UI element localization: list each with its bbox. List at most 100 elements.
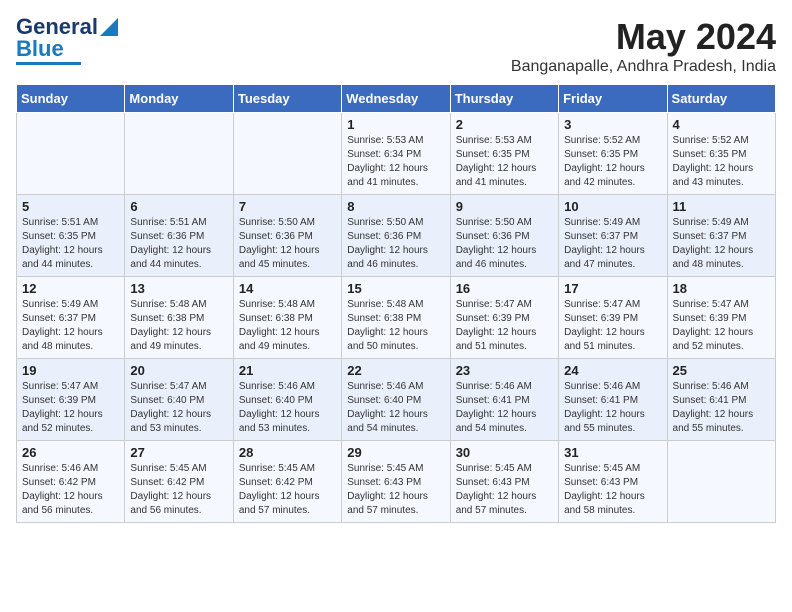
day-info: Sunrise: 5:48 AM Sunset: 6:38 PM Dayligh… [347, 298, 444, 354]
day-info: Sunrise: 5:48 AM Sunset: 6:38 PM Dayligh… [239, 298, 336, 354]
calendar-cell: 26Sunrise: 5:46 AM Sunset: 6:42 PM Dayli… [17, 441, 125, 523]
day-number: 23 [456, 363, 553, 378]
page-header: General Blue May 2024 Banganapalle, Andh… [16, 16, 776, 76]
day-number: 22 [347, 363, 444, 378]
day-info: Sunrise: 5:46 AM Sunset: 6:41 PM Dayligh… [564, 380, 661, 436]
calendar-cell: 5Sunrise: 5:51 AM Sunset: 6:35 PM Daylig… [17, 195, 125, 277]
col-sunday: Sunday [17, 85, 125, 113]
day-number: 24 [564, 363, 661, 378]
calendar-cell: 16 Sunrise: 5:47 AM Sunset: 6:39 PM Dayli… [450, 277, 558, 359]
day-number: 21 [239, 363, 336, 378]
logo-blue: Blue [16, 38, 64, 60]
calendar-cell: 24 Sunrise: 5:46 AM Sunset: 6:41 PM Dayli… [559, 359, 667, 441]
calendar-cell [17, 113, 125, 195]
day-number: 20 [130, 363, 227, 378]
day-number: 12 [22, 281, 119, 296]
day-info: Sunrise: 5:47 AM Sunset: 6:39 PM Dayligh… [564, 298, 661, 354]
day-info: Sunrise: 5:49 AM Sunset: 6:37 PM Dayligh… [673, 216, 770, 272]
calendar-cell: 25 Sunrise: 5:46 AM Sunset: 6:41 PM Dayli… [667, 359, 775, 441]
calendar-cell: 31 Sunrise: 5:45 AM Sunset: 6:43 PM Dayli… [559, 441, 667, 523]
calendar-cell: 8Sunrise: 5:50 AM Sunset: 6:36 PM Daylig… [342, 195, 450, 277]
calendar-cell: 9Sunrise: 5:50 AM Sunset: 6:36 PM Daylig… [450, 195, 558, 277]
day-number: 1 [347, 117, 444, 132]
calendar-cell: 28 Sunrise: 5:45 AM Sunset: 6:42 PM Dayli… [233, 441, 341, 523]
col-monday: Monday [125, 85, 233, 113]
day-number: 8 [347, 199, 444, 214]
calendar-cell: 20 Sunrise: 5:47 AM Sunset: 6:40 PM Dayli… [125, 359, 233, 441]
calendar-table: Sunday Monday Tuesday Wednesday Thursday… [16, 84, 776, 523]
day-number: 18 [673, 281, 770, 296]
calendar-cell [125, 113, 233, 195]
col-friday: Friday [559, 85, 667, 113]
day-info: Sunrise: 5:52 AM Sunset: 6:35 PM Dayligh… [564, 134, 661, 190]
day-number: 7 [239, 199, 336, 214]
day-info: Sunrise: 5:46 AM Sunset: 6:40 PM Dayligh… [239, 380, 336, 436]
day-info: Sunrise: 5:48 AM Sunset: 6:38 PM Dayligh… [130, 298, 227, 354]
day-info: Sunrise: 5:49 AM Sunset: 6:37 PM Dayligh… [22, 298, 119, 354]
calendar-cell: 10 Sunrise: 5:49 AM Sunset: 6:37 PM Dayli… [559, 195, 667, 277]
day-number: 16 [456, 281, 553, 296]
day-number: 2 [456, 117, 553, 132]
logo: General Blue [16, 16, 118, 65]
day-number: 30 [456, 445, 553, 460]
day-info: Sunrise: 5:49 AM Sunset: 6:37 PM Dayligh… [564, 216, 661, 272]
calendar-cell: 14 Sunrise: 5:48 AM Sunset: 6:38 PM Dayli… [233, 277, 341, 359]
day-number: 27 [130, 445, 227, 460]
day-info: Sunrise: 5:47 AM Sunset: 6:39 PM Dayligh… [22, 380, 119, 436]
day-number: 10 [564, 199, 661, 214]
day-info: Sunrise: 5:45 AM Sunset: 6:42 PM Dayligh… [130, 462, 227, 518]
logo-underline [16, 62, 81, 65]
day-number: 25 [673, 363, 770, 378]
col-thursday: Thursday [450, 85, 558, 113]
day-info: Sunrise: 5:45 AM Sunset: 6:43 PM Dayligh… [347, 462, 444, 518]
calendar-week-3: 12 Sunrise: 5:49 AM Sunset: 6:37 PM Dayli… [17, 277, 776, 359]
day-info: Sunrise: 5:46 AM Sunset: 6:41 PM Dayligh… [673, 380, 770, 436]
day-info: Sunrise: 5:45 AM Sunset: 6:42 PM Dayligh… [239, 462, 336, 518]
col-saturday: Saturday [667, 85, 775, 113]
day-info: Sunrise: 5:50 AM Sunset: 6:36 PM Dayligh… [456, 216, 553, 272]
day-info: Sunrise: 5:45 AM Sunset: 6:43 PM Dayligh… [456, 462, 553, 518]
calendar-week-1: 1Sunrise: 5:53 AM Sunset: 6:34 PM Daylig… [17, 113, 776, 195]
col-tuesday: Tuesday [233, 85, 341, 113]
calendar-week-4: 19 Sunrise: 5:47 AM Sunset: 6:39 PM Dayli… [17, 359, 776, 441]
calendar-cell: 15Sunrise: 5:48 AM Sunset: 6:38 PM Dayli… [342, 277, 450, 359]
calendar-cell: 19 Sunrise: 5:47 AM Sunset: 6:39 PM Dayli… [17, 359, 125, 441]
col-wednesday: Wednesday [342, 85, 450, 113]
day-info: Sunrise: 5:46 AM Sunset: 6:40 PM Dayligh… [347, 380, 444, 436]
calendar-cell: 7Sunrise: 5:50 AM Sunset: 6:36 PM Daylig… [233, 195, 341, 277]
calendar-cell: 4 Sunrise: 5:52 AM Sunset: 6:35 PM Daylig… [667, 113, 775, 195]
day-number: 28 [239, 445, 336, 460]
calendar-cell: 23 Sunrise: 5:46 AM Sunset: 6:41 PM Dayli… [450, 359, 558, 441]
calendar-cell: 3 Sunrise: 5:52 AM Sunset: 6:35 PM Daylig… [559, 113, 667, 195]
calendar-cell: 11Sunrise: 5:49 AM Sunset: 6:37 PM Dayli… [667, 195, 775, 277]
day-info: Sunrise: 5:53 AM Sunset: 6:35 PM Dayligh… [456, 134, 553, 190]
day-number: 14 [239, 281, 336, 296]
day-info: Sunrise: 5:46 AM Sunset: 6:42 PM Dayligh… [22, 462, 119, 518]
calendar-week-5: 26Sunrise: 5:46 AM Sunset: 6:42 PM Dayli… [17, 441, 776, 523]
calendar-cell: 27 Sunrise: 5:45 AM Sunset: 6:42 PM Dayli… [125, 441, 233, 523]
calendar-cell: 17Sunrise: 5:47 AM Sunset: 6:39 PM Dayli… [559, 277, 667, 359]
day-number: 4 [673, 117, 770, 132]
logo-general: General [16, 16, 98, 38]
calendar-cell: 29Sunrise: 5:45 AM Sunset: 6:43 PM Dayli… [342, 441, 450, 523]
day-info: Sunrise: 5:52 AM Sunset: 6:35 PM Dayligh… [673, 134, 770, 190]
header-row: Sunday Monday Tuesday Wednesday Thursday… [17, 85, 776, 113]
day-number: 13 [130, 281, 227, 296]
day-info: Sunrise: 5:51 AM Sunset: 6:36 PM Dayligh… [130, 216, 227, 272]
calendar-week-2: 5Sunrise: 5:51 AM Sunset: 6:35 PM Daylig… [17, 195, 776, 277]
day-number: 3 [564, 117, 661, 132]
calendar-cell: 30 Sunrise: 5:45 AM Sunset: 6:43 PM Dayli… [450, 441, 558, 523]
calendar-cell: 2 Sunrise: 5:53 AM Sunset: 6:35 PM Daylig… [450, 113, 558, 195]
title-area: May 2024 Banganapalle, Andhra Pradesh, I… [511, 16, 776, 76]
calendar-cell: 22 Sunrise: 5:46 AM Sunset: 6:40 PM Dayli… [342, 359, 450, 441]
day-info: Sunrise: 5:46 AM Sunset: 6:41 PM Dayligh… [456, 380, 553, 436]
day-info: Sunrise: 5:47 AM Sunset: 6:39 PM Dayligh… [456, 298, 553, 354]
day-number: 19 [22, 363, 119, 378]
calendar-cell: 1Sunrise: 5:53 AM Sunset: 6:34 PM Daylig… [342, 113, 450, 195]
day-info: Sunrise: 5:51 AM Sunset: 6:35 PM Dayligh… [22, 216, 119, 272]
day-info: Sunrise: 5:47 AM Sunset: 6:40 PM Dayligh… [130, 380, 227, 436]
day-info: Sunrise: 5:47 AM Sunset: 6:39 PM Dayligh… [673, 298, 770, 354]
day-info: Sunrise: 5:45 AM Sunset: 6:43 PM Dayligh… [564, 462, 661, 518]
day-number: 31 [564, 445, 661, 460]
calendar-cell [667, 441, 775, 523]
